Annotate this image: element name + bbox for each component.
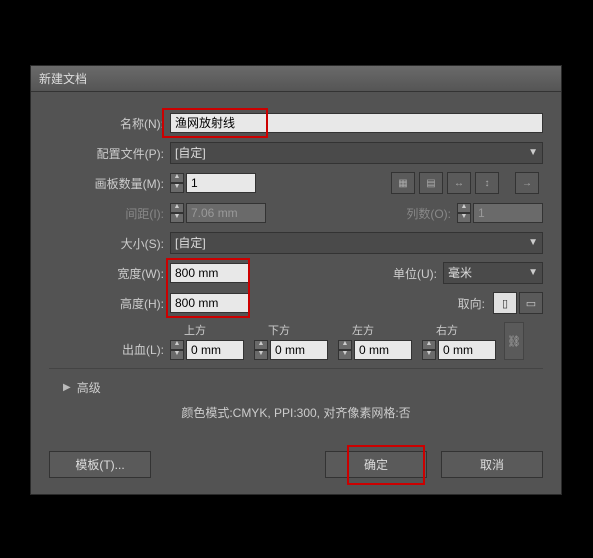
bleed-bottom-hdr: 下方 <box>254 322 328 338</box>
arrange-down-icon[interactable]: ↕ <box>475 172 499 194</box>
artboards-stepper[interactable]: ▲▼ <box>170 173 184 193</box>
width-input[interactable]: 800 mm <box>170 263 250 283</box>
columns-stepper: ▲▼ <box>457 203 471 223</box>
size-select[interactable]: [自定] ▼ <box>170 232 543 254</box>
chevron-down-icon: ▼ <box>528 143 538 163</box>
name-label: 名称(N): <box>49 115 170 132</box>
artboards-input[interactable]: 1 <box>186 173 256 193</box>
columns-input: 1 <box>473 203 543 223</box>
orientation-portrait[interactable]: ▯ <box>493 292 517 314</box>
height-input[interactable]: 800 mm <box>170 293 250 313</box>
chevron-down-icon: ▼ <box>528 263 538 283</box>
bleed-top-stepper[interactable]: ▲▼ <box>170 340 184 360</box>
bleed-left-hdr: 左方 <box>338 322 412 338</box>
dialog-title: 新建文档 <box>31 66 561 92</box>
orientation-label: 取向: <box>458 295 491 312</box>
width-label: 宽度(W): <box>49 265 170 282</box>
spacing-input: 7.06 mm <box>186 203 266 223</box>
cancel-button[interactable]: 取消 <box>441 451 543 478</box>
units-select[interactable]: 毫米 ▼ <box>443 262 543 284</box>
info-text: 颜色模式:CMYK, PPI:300, 对齐像素网格:否 <box>49 404 543 421</box>
bleed-right-stepper[interactable]: ▲▼ <box>422 340 436 360</box>
portrait-icon: ▯ <box>502 297 508 310</box>
grid-layout-icon[interactable]: ▦ <box>391 172 415 194</box>
bleed-top-input[interactable]: 0 mm <box>186 340 244 360</box>
spacing-label: 间距(I): <box>49 205 170 222</box>
units-value: 毫米 <box>448 263 472 283</box>
bleed-left-stepper[interactable]: ▲▼ <box>338 340 352 360</box>
bleed-left-input[interactable]: 0 mm <box>354 340 412 360</box>
divider <box>49 368 543 369</box>
units-label: 单位(U): <box>393 265 443 282</box>
profile-value: [自定] <box>175 143 206 163</box>
new-document-dialog: 新建文档 名称(N): 渔网放射线 配置文件(P): [自定] ▼ 画板数量(M… <box>30 65 562 495</box>
triangle-right-icon: ▶ <box>63 382 71 393</box>
profile-label: 配置文件(P): <box>49 145 170 162</box>
columns-label: 列数(O): <box>406 205 457 222</box>
bleed-label: 出血(L): <box>49 341 170 360</box>
artboards-label: 画板数量(M): <box>49 175 170 192</box>
chevron-down-icon: ▼ <box>528 233 538 253</box>
height-label: 高度(H): <box>49 295 170 312</box>
arrow-right-icon[interactable]: → <box>515 172 539 194</box>
profile-select[interactable]: [自定] ▼ <box>170 142 543 164</box>
bleed-top-hdr: 上方 <box>170 322 244 338</box>
bleed-link-toggle[interactable]: ⛓ <box>504 322 524 360</box>
bleed-bottom-stepper[interactable]: ▲▼ <box>254 340 268 360</box>
landscape-icon: ▭ <box>526 297 536 310</box>
arrange-right-icon[interactable]: ↔ <box>447 172 471 194</box>
ok-button[interactable]: 确定 <box>325 451 427 478</box>
orientation-landscape[interactable]: ▭ <box>519 292 543 314</box>
advanced-toggle[interactable]: ▶ 高级 <box>63 379 543 396</box>
size-value: [自定] <box>175 233 206 253</box>
advanced-label: 高级 <box>77 379 101 396</box>
row-layout-icon[interactable]: ▤ <box>419 172 443 194</box>
bleed-right-input[interactable]: 0 mm <box>438 340 496 360</box>
bleed-bottom-input[interactable]: 0 mm <box>270 340 328 360</box>
size-label: 大小(S): <box>49 235 170 252</box>
template-button[interactable]: 模板(T)... <box>49 451 151 478</box>
bleed-right-hdr: 右方 <box>422 322 496 338</box>
spacing-stepper: ▲▼ <box>170 203 184 223</box>
name-input[interactable]: 渔网放射线 <box>170 113 543 133</box>
